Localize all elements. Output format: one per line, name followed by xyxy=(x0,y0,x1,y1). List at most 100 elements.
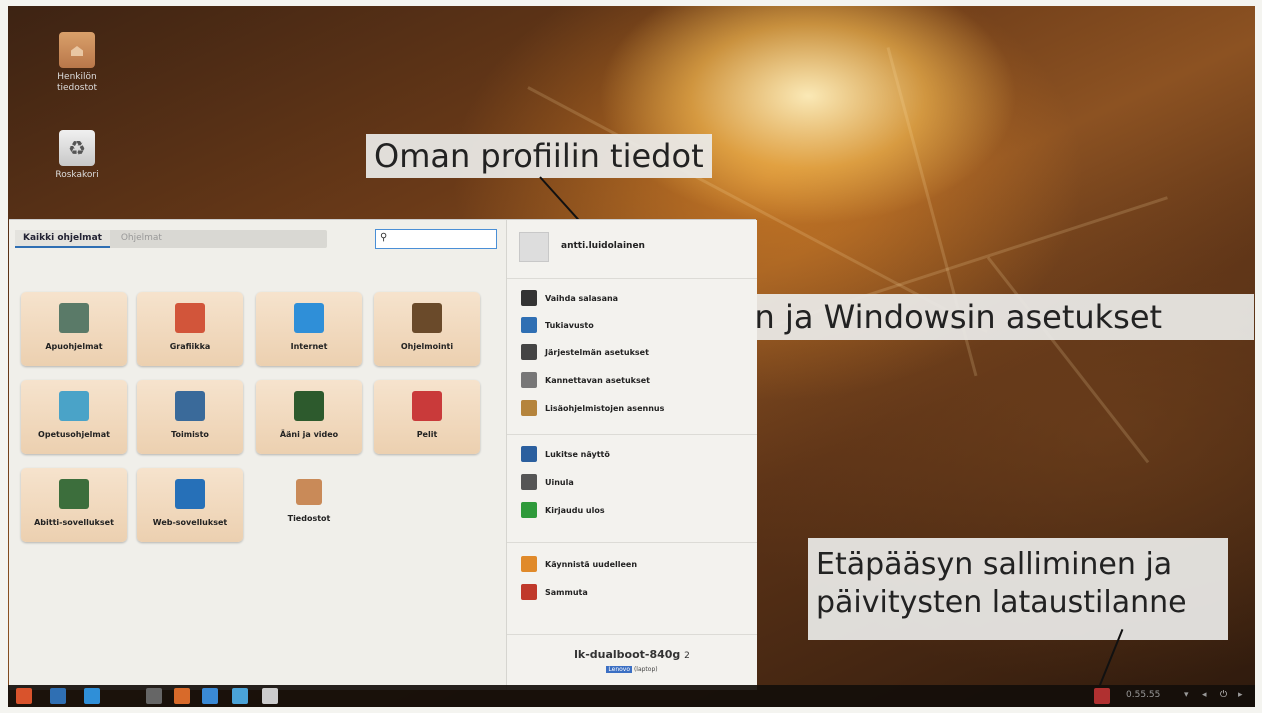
menu-item-help[interactable]: Tukiavusto xyxy=(521,317,751,337)
tile-label: Abitti-sovellukset xyxy=(34,518,114,527)
menu-item-label: Lukitse näyttö xyxy=(545,450,610,459)
sleep-icon xyxy=(521,474,537,490)
files-icon[interactable] xyxy=(262,688,278,704)
tile-label: Tiedostot xyxy=(287,514,331,523)
user-name: antti.luidolainen xyxy=(561,241,645,251)
tile-label: Toimisto xyxy=(171,430,209,439)
menu-item-system-settings[interactable]: Järjestelmän asetukset xyxy=(521,344,751,364)
divider xyxy=(507,278,757,279)
volume-icon[interactable]: ◂ xyxy=(1202,690,1207,700)
chat-icon[interactable] xyxy=(232,688,248,704)
user-profile[interactable]: antti.luidolainen xyxy=(515,230,751,266)
menu-item-label: Sammuta xyxy=(545,588,588,597)
tile-label: Pelit xyxy=(416,430,438,439)
hostname-sub: Lenovo (laptop) xyxy=(507,666,757,673)
tab-apps[interactable]: Ohjelmat xyxy=(113,230,170,246)
logout-icon xyxy=(521,502,537,518)
home-folder-icon xyxy=(296,479,322,505)
lock-screen-icon xyxy=(521,446,537,462)
clock[interactable]: 0.55.55 xyxy=(1126,690,1160,700)
help-icon xyxy=(521,317,537,333)
taskbar: 0.55.55 ▾ ◂ ⏻ ▸ xyxy=(8,685,1255,707)
menu-item-restart[interactable]: Käynnistä uudelleen xyxy=(521,556,751,576)
wallpaper-detail xyxy=(986,256,1150,464)
tile-apuohjelmat[interactable]: Apuohjelmat xyxy=(21,292,127,366)
apps-pane: Kaikki ohjelmat Ohjelmat ⚲ Apuohjelmat Gr… xyxy=(9,220,506,690)
start-menu: Kaikki ohjelmat Ohjelmat ⚲ Apuohjelmat Gr… xyxy=(9,219,757,690)
tile-toimisto[interactable]: Toimisto xyxy=(137,380,243,454)
tile-label: Web-sovellukset xyxy=(152,518,228,527)
power-icon xyxy=(521,584,537,600)
hostname-suffix: 2 xyxy=(684,651,690,661)
tray-menu-icon[interactable]: ▸ xyxy=(1238,690,1243,700)
divider xyxy=(507,634,757,635)
divider xyxy=(507,542,757,543)
trash-icon: ♻ xyxy=(59,130,95,166)
host-badge: Lenovo xyxy=(606,666,633,673)
divider xyxy=(507,434,757,435)
system-settings-icon xyxy=(521,344,537,360)
education-icon xyxy=(59,391,89,421)
menu-item-package[interactable]: Lisäohjelmistojen asennus xyxy=(521,400,751,420)
tile-label: Ääni ja video xyxy=(279,430,339,439)
avatar xyxy=(519,232,549,262)
tab-all-apps[interactable]: Kaikki ohjelmat xyxy=(15,230,110,248)
menu-icon[interactable] xyxy=(16,688,32,704)
lock-icon xyxy=(521,290,537,306)
folder-icon xyxy=(59,32,95,68)
desktop-icon-trash[interactable]: ♻ Roskakori xyxy=(42,130,112,181)
tile-label: Ohjelmointi xyxy=(400,342,454,351)
menu-item-lock[interactable]: Vaihda salasana xyxy=(521,290,751,310)
paint-icon xyxy=(175,303,205,333)
search-field[interactable]: ⚲ xyxy=(375,229,497,249)
tile-ohjelmointi[interactable]: Ohjelmointi xyxy=(374,292,480,366)
callout-profile: Oman profiilin tiedot xyxy=(366,134,712,178)
menu-item-label: Tukiavusto xyxy=(545,321,594,330)
menu-item-label: Kirjaudu ulos xyxy=(545,506,605,515)
menu-item-label: Lisäohjelmistojen asennus xyxy=(545,404,665,413)
tile-tiedostot[interactable]: Tiedostot xyxy=(256,468,362,542)
desktop-icon-label: tiedostot xyxy=(56,83,98,93)
menu-item-logout[interactable]: Kirjaudu ulos xyxy=(521,502,751,522)
tile-ääni-ja-video[interactable]: Ääni ja video xyxy=(256,380,362,454)
power-tray-icon[interactable]: ⏻ xyxy=(1220,690,1227,700)
tile-grafiikka[interactable]: Grafiikka xyxy=(137,292,243,366)
code-icon xyxy=(412,303,442,333)
search-icon: ⚲ xyxy=(380,232,388,243)
chromium-icon[interactable] xyxy=(202,688,218,704)
hostname: lk-dualboot-840g 2 xyxy=(507,648,757,661)
tile-label: Opetusohjelmat xyxy=(38,430,110,439)
tile-label: Grafiikka xyxy=(169,342,211,351)
globe-blue-icon xyxy=(175,479,205,509)
media-icon xyxy=(294,391,324,421)
menu-item-label: Vaihda salasana xyxy=(545,294,619,303)
session-pane: antti.luidolainen Vaihda salasana Tukiavu… xyxy=(506,220,757,690)
browser-icon[interactable] xyxy=(84,688,100,704)
menu-tabs: Kaikki ohjelmat Ohjelmat xyxy=(15,230,327,248)
restart-icon xyxy=(521,556,537,572)
tile-web-sovellukset[interactable]: Web-sovellukset xyxy=(137,468,243,542)
menu-item-label: Uinula xyxy=(545,478,574,487)
firefox-icon[interactable] xyxy=(174,688,190,704)
callout-settings: Abitin ja Windowsin asetukset xyxy=(674,294,1254,340)
globe-icon xyxy=(294,303,324,333)
desktop-icon-home[interactable]: Henkilön tiedostot xyxy=(42,32,112,94)
callout-remote-line2: päivitysten lataustilanne xyxy=(816,585,1187,620)
tile-abitti-sovellukset[interactable]: Abitti-sovellukset xyxy=(21,468,127,542)
menu-item-laptop-settings[interactable]: Kannettavan asetukset xyxy=(521,372,751,392)
menu-item-lock-screen[interactable]: Lukitse näyttö xyxy=(521,446,751,466)
desktop-icon-label: Henkilön xyxy=(57,72,97,82)
menu-item-power[interactable]: Sammuta xyxy=(521,584,751,604)
tile-opetusohjelmat[interactable]: Opetusohjelmat xyxy=(21,380,127,454)
callout-remote: Etäpääsyn salliminen ja päivitysten lata… xyxy=(808,538,1228,640)
network-icon[interactable]: ▾ xyxy=(1184,690,1189,700)
tile-pelit[interactable]: Pelit xyxy=(374,380,480,454)
package-icon xyxy=(521,400,537,416)
tile-internet[interactable]: Internet xyxy=(256,292,362,366)
search-input[interactable] xyxy=(392,232,496,244)
terminal-icon[interactable] xyxy=(146,688,162,704)
menu-item-sleep[interactable]: Uinula xyxy=(521,474,751,494)
remote-access-icon[interactable] xyxy=(1094,688,1110,704)
host-sub-text: (laptop) xyxy=(633,666,658,673)
window-icon[interactable] xyxy=(50,688,66,704)
